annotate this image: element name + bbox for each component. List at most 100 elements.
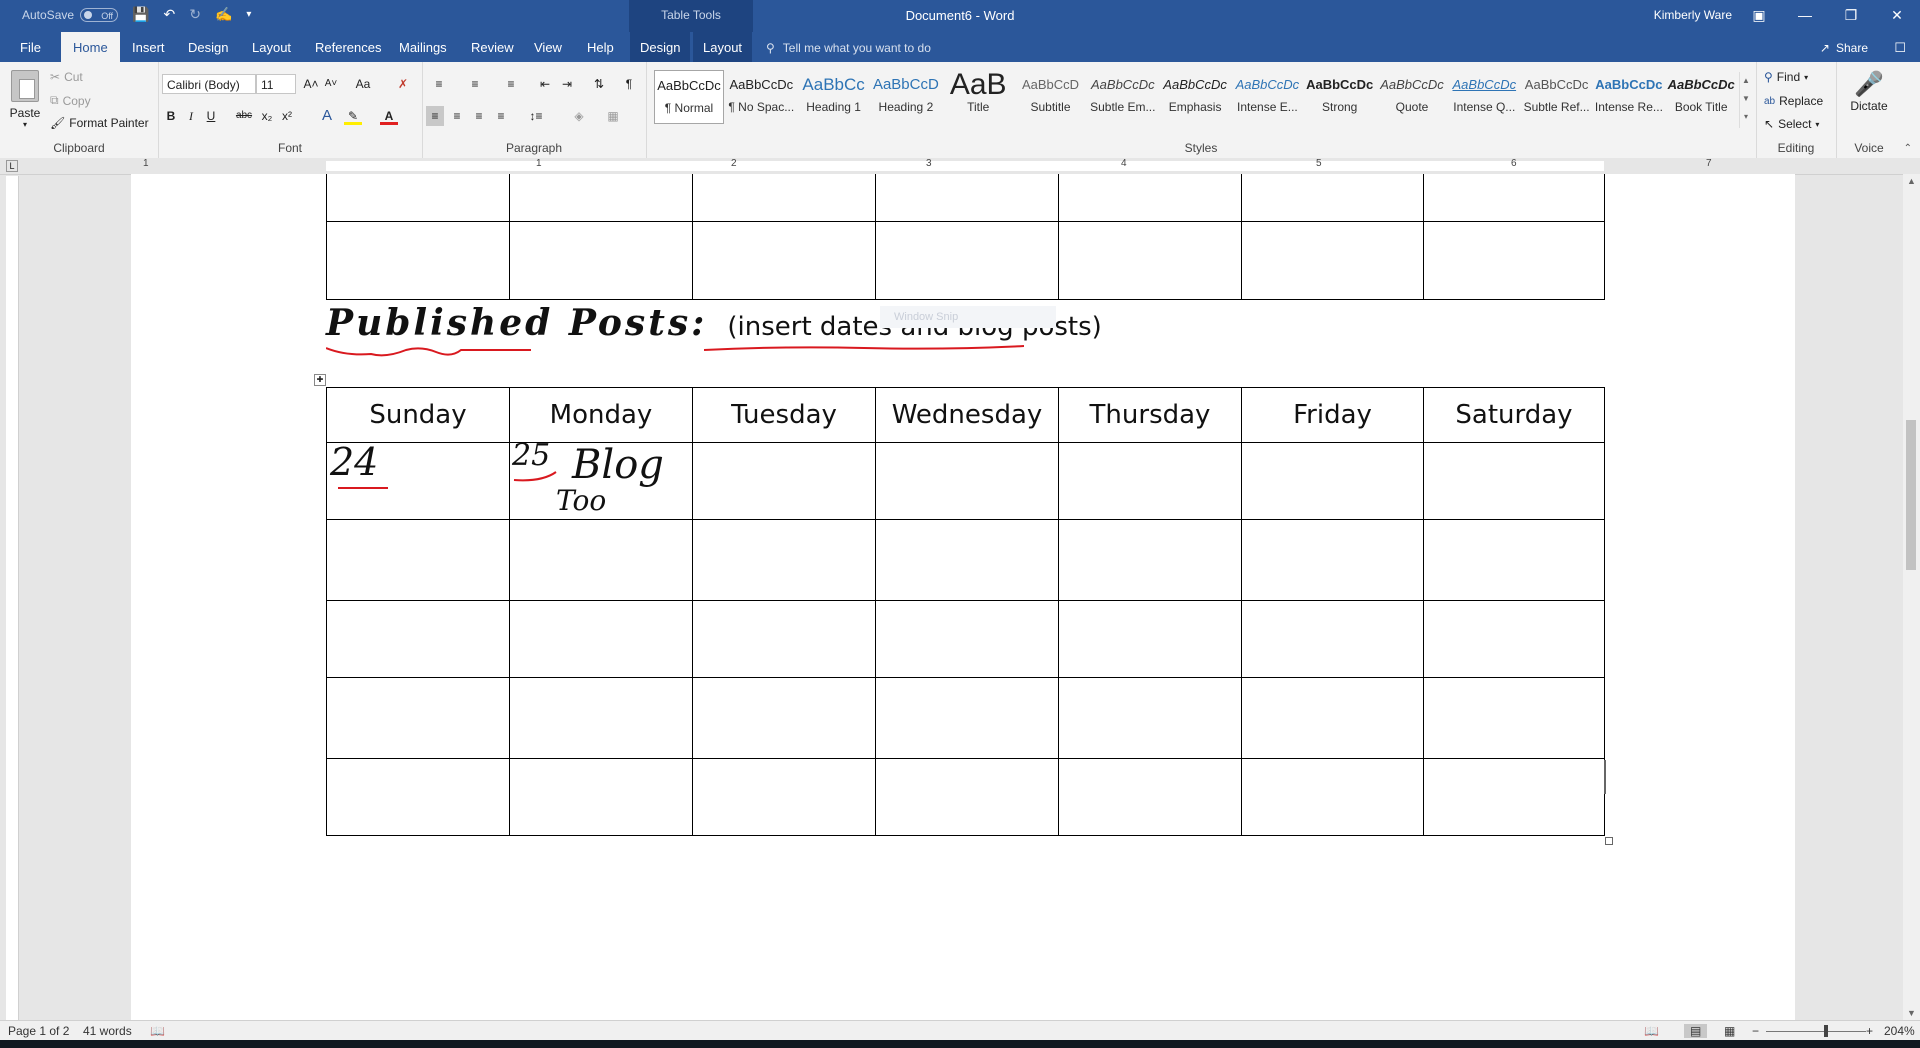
copy-button[interactable]: ⧉ Copy — [50, 93, 91, 108]
table-cell[interactable] — [692, 519, 876, 601]
autosave-toggle[interactable]: Off — [80, 7, 119, 22]
align-right-icon[interactable]: ≡ — [470, 106, 488, 126]
zoom-out-icon[interactable]: − — [1752, 1024, 1759, 1038]
table-cell[interactable] — [875, 600, 1059, 678]
tell-me-search[interactable]: ⚲ Tell me what you want to do — [766, 41, 931, 55]
day-header-thursday[interactable]: Thursday — [1058, 387, 1242, 443]
user-name[interactable]: Kimberly Ware — [1654, 8, 1732, 22]
dictate-button[interactable]: 🎤 Dictate — [1836, 70, 1902, 113]
show-formatting-icon[interactable]: ¶ — [620, 74, 638, 94]
table-move-handle-icon[interactable]: ✚ — [314, 374, 326, 386]
style-item[interactable]: AaBbCcD Heading 2 — [871, 70, 941, 124]
save-icon[interactable]: 💾 — [132, 6, 149, 23]
shading-icon[interactable]: ◈ — [566, 106, 592, 126]
tab-help[interactable]: Help — [577, 32, 624, 62]
table-cell[interactable] — [509, 519, 693, 601]
italic-button[interactable]: I — [182, 106, 200, 126]
scroll-down-icon[interactable]: ▼ — [1903, 1008, 1920, 1018]
tab-design[interactable]: Design — [178, 32, 238, 62]
tab-insert[interactable]: Insert — [122, 32, 175, 62]
table-cell[interactable] — [326, 600, 510, 678]
tab-home[interactable]: Home — [61, 32, 120, 62]
day-header-friday[interactable]: Friday — [1241, 387, 1424, 443]
read-mode-icon[interactable]: 📖 — [1644, 1024, 1659, 1038]
sort-icon[interactable]: ⇅ — [590, 74, 608, 94]
day-header-monday[interactable]: Monday — [509, 387, 693, 443]
table-cell[interactable] — [1241, 600, 1424, 678]
table-cell[interactable] — [1058, 677, 1242, 759]
horizontal-ruler[interactable]: 1 1 2 3 4 5 6 7 — [0, 158, 1920, 175]
undo-icon[interactable]: ↶ — [163, 6, 175, 23]
tab-view[interactable]: View — [524, 32, 572, 62]
vertical-ruler[interactable] — [6, 176, 19, 1020]
font-size-select[interactable]: 11 — [256, 74, 296, 94]
decrease-indent-icon[interactable]: ⇤ — [536, 74, 554, 94]
day-header-sunday[interactable]: Sunday — [326, 387, 510, 443]
select-button[interactable]: ↖ Select ▾ — [1764, 117, 1819, 131]
table-cell[interactable] — [1241, 442, 1424, 520]
tab-file[interactable]: File — [10, 32, 51, 62]
format-painter-button[interactable]: 🖌 Format Painter — [50, 116, 149, 130]
table-cell[interactable] — [1241, 519, 1424, 601]
vertical-scrollbar[interactable]: ▲ ▼ — [1903, 174, 1920, 1020]
web-layout-icon[interactable]: ▦ — [1724, 1024, 1735, 1038]
table-cell[interactable] — [1241, 677, 1424, 759]
superscript-button[interactable]: x² — [278, 106, 296, 126]
style-item[interactable]: AaBbCcDc Strong — [1305, 70, 1375, 124]
table-cell[interactable] — [1423, 519, 1605, 601]
table-cell[interactable] — [326, 677, 510, 759]
table-cell[interactable] — [1058, 600, 1242, 678]
table-cell[interactable] — [509, 600, 693, 678]
table-cell[interactable] — [1058, 442, 1242, 520]
align-center-icon[interactable]: ≡ — [448, 106, 466, 126]
replace-button[interactable]: ab Replace — [1764, 94, 1823, 108]
table-cell[interactable] — [326, 519, 510, 601]
tab-references[interactable]: References — [305, 32, 391, 62]
scroll-up-icon[interactable]: ▲ — [1903, 176, 1920, 186]
table-cell[interactable] — [1423, 758, 1605, 836]
tab-mailings[interactable]: Mailings — [389, 32, 457, 62]
change-case-button[interactable]: Aa — [350, 74, 376, 94]
day-header-wednesday[interactable]: Wednesday — [875, 387, 1059, 443]
zoom-slider[interactable] — [1766, 1031, 1866, 1032]
table-cell[interactable] — [692, 442, 876, 520]
redo-icon[interactable]: ↻ — [189, 6, 201, 23]
day-header-tuesday[interactable]: Tuesday — [692, 387, 876, 443]
bullets-icon[interactable]: ≡ — [426, 74, 452, 94]
zoom-in-icon[interactable]: + — [1866, 1024, 1873, 1038]
line-spacing-icon[interactable]: ↕≡ — [522, 106, 550, 126]
table-cell[interactable] — [1058, 519, 1242, 601]
find-button[interactable]: ⚲ Find ▾ — [1764, 70, 1808, 84]
page-count[interactable]: Page 1 of 2 — [8, 1024, 69, 1038]
table-cell[interactable] — [875, 442, 1059, 520]
numbering-icon[interactable]: ≡ — [462, 74, 488, 94]
style-item[interactable]: AaBbCcDc ¶ Normal — [654, 70, 724, 124]
autosave-control[interactable]: AutoSave Off — [22, 7, 119, 22]
borders-icon[interactable]: ▦ — [600, 106, 626, 126]
minimize-icon[interactable]: — — [1782, 0, 1828, 32]
print-layout-icon[interactable]: ▤ — [1684, 1024, 1708, 1038]
table-cell[interactable] — [1423, 442, 1605, 520]
shrink-font-icon[interactable]: A˅ — [322, 74, 340, 94]
style-item[interactable]: AaBbCcDc Quote — [1377, 70, 1447, 124]
highlight-icon[interactable]: ✎ — [344, 106, 362, 125]
table-cell[interactable] — [326, 758, 510, 836]
tab-review[interactable]: Review — [461, 32, 524, 62]
table-cell[interactable] — [875, 758, 1059, 836]
justify-icon[interactable]: ≡ — [492, 106, 510, 126]
day-header-saturday[interactable]: Saturday — [1423, 387, 1605, 443]
close-icon[interactable]: ✕ — [1874, 0, 1920, 32]
strikethrough-button[interactable]: abc — [232, 106, 256, 126]
style-item[interactable]: AaBbCcDc Subtle Em... — [1088, 70, 1158, 124]
table-cell[interactable] — [692, 758, 876, 836]
table-cell[interactable] — [692, 600, 876, 678]
tab-table-design[interactable]: Design — [630, 32, 691, 62]
customize-qat-icon[interactable]: ▾ — [246, 9, 251, 20]
style-item[interactable]: AaBbCcDc Intense E... — [1232, 70, 1302, 124]
scrollbar-thumb[interactable] — [1906, 420, 1916, 570]
tab-selector-icon[interactable]: L — [6, 160, 18, 172]
tab-layout[interactable]: Layout — [242, 32, 301, 62]
style-item[interactable]: AaBbCcDc ¶ No Spac... — [726, 70, 796, 124]
zoom-level[interactable]: 204% — [1884, 1024, 1915, 1038]
restore-icon[interactable]: ❐ — [1828, 0, 1874, 32]
